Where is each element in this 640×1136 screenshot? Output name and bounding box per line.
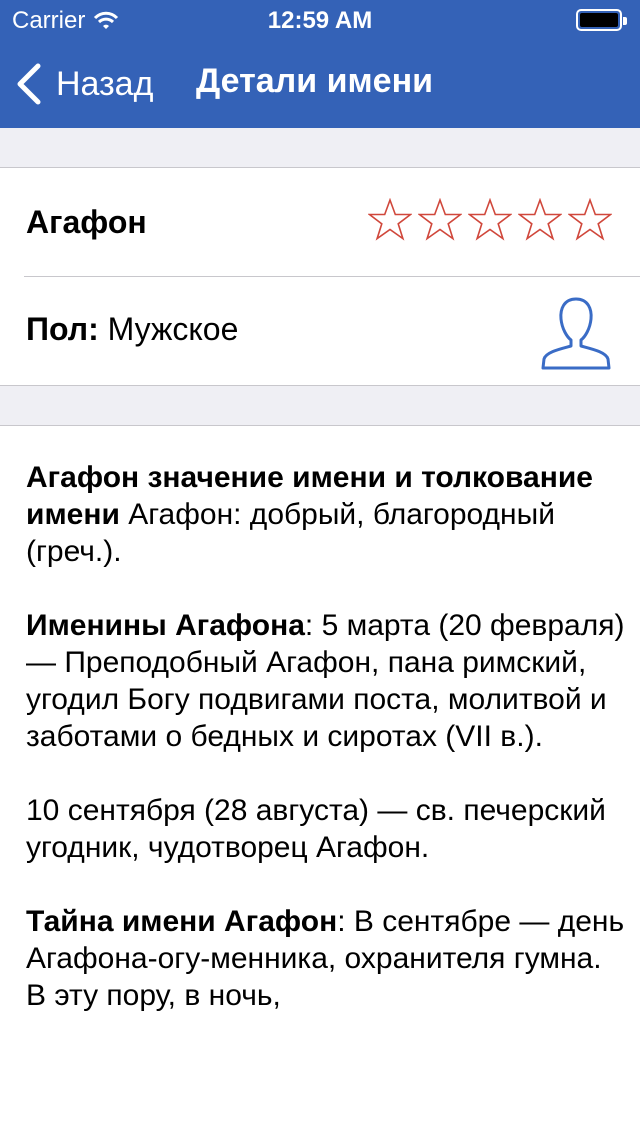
gender-text: Пол: Мужское xyxy=(26,311,238,348)
back-button-label: Назад xyxy=(56,64,154,103)
battery-icon xyxy=(576,9,627,31)
status-bar: Carrier 12:59 AM xyxy=(0,0,640,40)
description-section: Агафон значение имени и толкование имени… xyxy=(0,427,640,1136)
male-user-icon xyxy=(541,297,611,370)
status-time: 12:59 AM xyxy=(267,7,373,34)
page-title: Детали имени xyxy=(196,62,434,100)
gender-row: Пол: Мужское xyxy=(0,277,640,386)
star-3-icon[interactable] xyxy=(468,198,512,242)
description-paragraph: 10 сентября (28 августа) — св. печерский… xyxy=(26,794,606,864)
section-separator xyxy=(0,386,640,426)
star-4-icon[interactable] xyxy=(518,198,562,242)
star-1-icon[interactable] xyxy=(368,198,412,242)
gender-value: Мужское xyxy=(107,311,239,347)
star-5-icon[interactable] xyxy=(568,198,612,242)
back-button[interactable]: Назад xyxy=(14,58,153,110)
star-2-icon[interactable] xyxy=(418,198,462,242)
description-paragraph: Тайна имени Агафон: В сентябре — день Аг… xyxy=(26,905,625,1012)
description-paragraph: Агафон значение имени и толкование имени… xyxy=(26,461,593,568)
chevron-left-icon xyxy=(17,63,41,105)
section-separator xyxy=(0,128,640,168)
name-card: Агафон Пол: Мужское xyxy=(0,168,640,386)
description-text: Агафон значение имени и толкование имени… xyxy=(26,459,626,1051)
description-paragraph: Именины Агафона: 5 марта (20 февраля) — … xyxy=(26,609,625,753)
navigation-bar: Carrier 12:59 AM Назад Детали имени xyxy=(0,0,640,128)
rating-stars xyxy=(368,198,612,242)
name-row: Агафон xyxy=(0,168,640,276)
name-title: Агафон xyxy=(26,204,147,240)
gender-label: Пол: xyxy=(26,311,99,347)
